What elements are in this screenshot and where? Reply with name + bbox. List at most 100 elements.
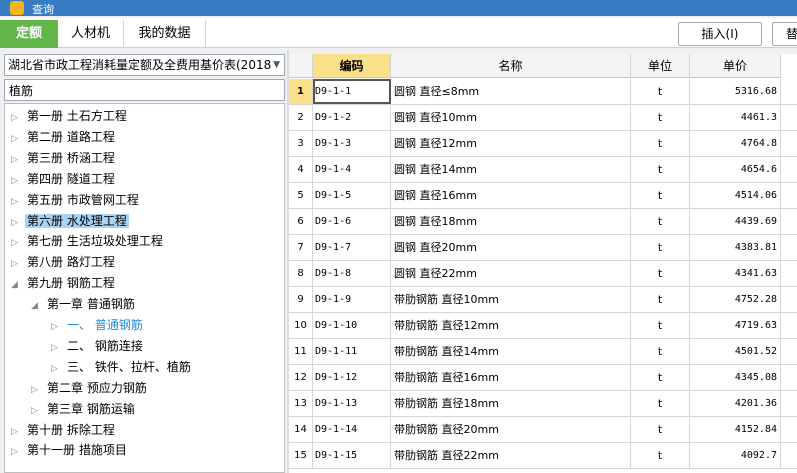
header-price[interactable]: 单价 [690,54,781,78]
name-cell[interactable]: 圆钢 直径18mm [391,209,631,234]
unit-cell[interactable]: t [631,391,690,416]
code-cell[interactable]: D9-1-13 [313,391,391,416]
table-row[interactable]: 12 D9-1-12 带肋钢筋 直径16mm t 4345.08 [289,365,797,391]
code-cell[interactable]: D9-1-11 [313,339,391,364]
table-row[interactable]: 9 D9-1-9 带肋钢筋 直径10mm t 4752.28 [289,287,797,313]
code-cell[interactable]: D9-1-1 [313,79,391,104]
code-cell[interactable]: D9-1-15 [313,443,391,468]
triangle-right-icon[interactable]: ▷ [11,213,25,233]
tab-my-data[interactable]: 我的数据 [124,20,206,48]
table-row[interactable]: 10 D9-1-10 带肋钢筋 直径12mm t 4719.63 [289,313,797,339]
name-cell[interactable]: 带肋钢筋 直径14mm [391,339,631,364]
code-cell[interactable]: D9-1-8 [313,261,391,286]
row-index[interactable]: 5 [289,183,313,208]
name-cell[interactable]: 圆钢 直径22mm [391,261,631,286]
unit-cell[interactable]: t [631,417,690,442]
price-cell[interactable]: 4439.69 [690,209,781,234]
table-row[interactable]: 11 D9-1-11 带肋钢筋 直径14mm t 4501.52 [289,339,797,365]
code-cell[interactable]: D9-1-2 [313,105,391,130]
unit-cell[interactable]: t [631,131,690,156]
tab-materials[interactable]: 人材机 [58,20,124,48]
triangle-right-icon[interactable]: ▷ [31,401,45,421]
row-index[interactable]: 13 [289,391,313,416]
name-cell[interactable]: 带肋钢筋 直径16mm [391,365,631,390]
tree-node[interactable]: ▷ 第四册 隧道工程 [11,169,117,189]
triangle-right-icon[interactable]: ▷ [11,150,25,170]
triangle-right-icon[interactable]: ▷ [51,317,65,337]
search-input[interactable] [5,80,284,100]
unit-cell[interactable]: t [631,443,690,468]
code-cell[interactable]: D9-1-5 [313,183,391,208]
header-code[interactable]: 编码 [313,54,391,78]
row-index[interactable]: 15 [289,443,313,468]
row-index[interactable]: 11 [289,339,313,364]
insert-button[interactable]: 插入(I) [678,22,762,46]
price-cell[interactable]: 4201.36 [690,391,781,416]
price-cell[interactable]: 4514.06 [690,183,781,208]
triangle-down-icon[interactable]: ◢ [11,275,25,295]
tree-node[interactable]: ◢ 第一章 普通钢筋 [31,294,137,314]
name-cell[interactable]: 带肋钢筋 直径10mm [391,287,631,312]
name-cell[interactable]: 带肋钢筋 直径12mm [391,313,631,338]
tree-node[interactable]: ▷ 二、 钢筋连接 [51,336,145,356]
code-cell[interactable]: D9-1-9 [313,287,391,312]
tree-node[interactable]: ▷ 第三章 钢筋运输 [31,399,137,419]
code-cell[interactable]: D9-1-7 [313,235,391,260]
triangle-right-icon[interactable]: ▷ [11,233,25,253]
triangle-down-icon[interactable]: ◢ [31,296,45,316]
price-cell[interactable]: 4383.81 [690,235,781,260]
replace-button[interactable]: 替 [772,22,797,46]
price-cell[interactable]: 4345.08 [690,365,781,390]
unit-cell[interactable]: t [631,339,690,364]
library-select[interactable]: 湖北省市政工程消耗量定额及全费用基价表(2018 ▼ [4,54,285,76]
table-row[interactable]: 2 D9-1-2 圆钢 直径10mm t 4461.3 [289,105,797,131]
row-index[interactable]: 10 [289,313,313,338]
row-index[interactable]: 2 [289,105,313,130]
unit-cell[interactable]: t [631,209,690,234]
tree-node[interactable]: ▷ 三、 铁件、拉杆、植筋 [51,357,193,377]
name-cell[interactable]: 带肋钢筋 直径20mm [391,417,631,442]
triangle-right-icon[interactable]: ▷ [11,442,25,462]
name-cell[interactable]: 圆钢 直径16mm [391,183,631,208]
name-cell[interactable]: 带肋钢筋 直径22mm [391,443,631,468]
code-cell[interactable]: D9-1-3 [313,131,391,156]
table-row[interactable]: 13 D9-1-13 带肋钢筋 直径18mm t 4201.36 [289,391,797,417]
price-cell[interactable]: 4719.63 [690,313,781,338]
table-row[interactable]: 4 D9-1-4 圆钢 直径14mm t 4654.6 [289,157,797,183]
row-index[interactable]: 9 [289,287,313,312]
code-cell[interactable]: D9-1-10 [313,313,391,338]
name-cell[interactable]: 圆钢 直径14mm [391,157,631,182]
price-cell[interactable]: 4752.28 [690,287,781,312]
table-row[interactable]: 7 D9-1-7 圆钢 直径20mm t 4383.81 [289,235,797,261]
triangle-right-icon[interactable]: ▷ [11,129,25,149]
unit-cell[interactable]: t [631,313,690,338]
triangle-right-icon[interactable]: ▷ [11,422,25,442]
tree-node[interactable]: ▷ 第三册 桥涵工程 [11,148,117,168]
table-row[interactable]: 14 D9-1-14 带肋钢筋 直径20mm t 4152.84 [289,417,797,443]
tree-node[interactable]: ◢ 第九册 钢筋工程 [11,273,117,293]
name-cell[interactable]: 圆钢 直径≤8mm [391,79,631,104]
unit-cell[interactable]: t [631,261,690,286]
chevron-down-icon[interactable]: ▼ [273,55,280,75]
triangle-right-icon[interactable]: ▷ [11,108,25,128]
tree-node[interactable]: ▷ 一、 普通钢筋 [51,315,145,335]
table-row[interactable]: 5 D9-1-5 圆钢 直径16mm t 4514.06 [289,183,797,209]
unit-cell[interactable]: t [631,183,690,208]
code-cell[interactable]: D9-1-14 [313,417,391,442]
table-row[interactable]: 1 D9-1-1 圆钢 直径≤8mm t 5316.68 [289,79,797,105]
unit-cell[interactable]: t [631,157,690,182]
name-cell[interactable]: 带肋钢筋 直径18mm [391,391,631,416]
unit-cell[interactable]: t [631,105,690,130]
tree-node[interactable]: ▷ 第八册 路灯工程 [11,252,117,272]
triangle-right-icon[interactable]: ▷ [51,338,65,358]
unit-cell[interactable]: t [631,235,690,260]
price-cell[interactable]: 4501.52 [690,339,781,364]
triangle-right-icon[interactable]: ▷ [51,359,65,379]
tree-node[interactable]: ▷ 第七册 生活垃圾处理工程 [11,231,165,251]
row-index[interactable]: 14 [289,417,313,442]
header-unit[interactable]: 单位 [631,54,690,78]
tab-quota[interactable]: 定额 [0,20,58,48]
tree-node[interactable]: ▷ 第五册 市政管网工程 [11,190,141,210]
unit-cell[interactable]: t [631,287,690,312]
row-index[interactable]: 8 [289,261,313,286]
